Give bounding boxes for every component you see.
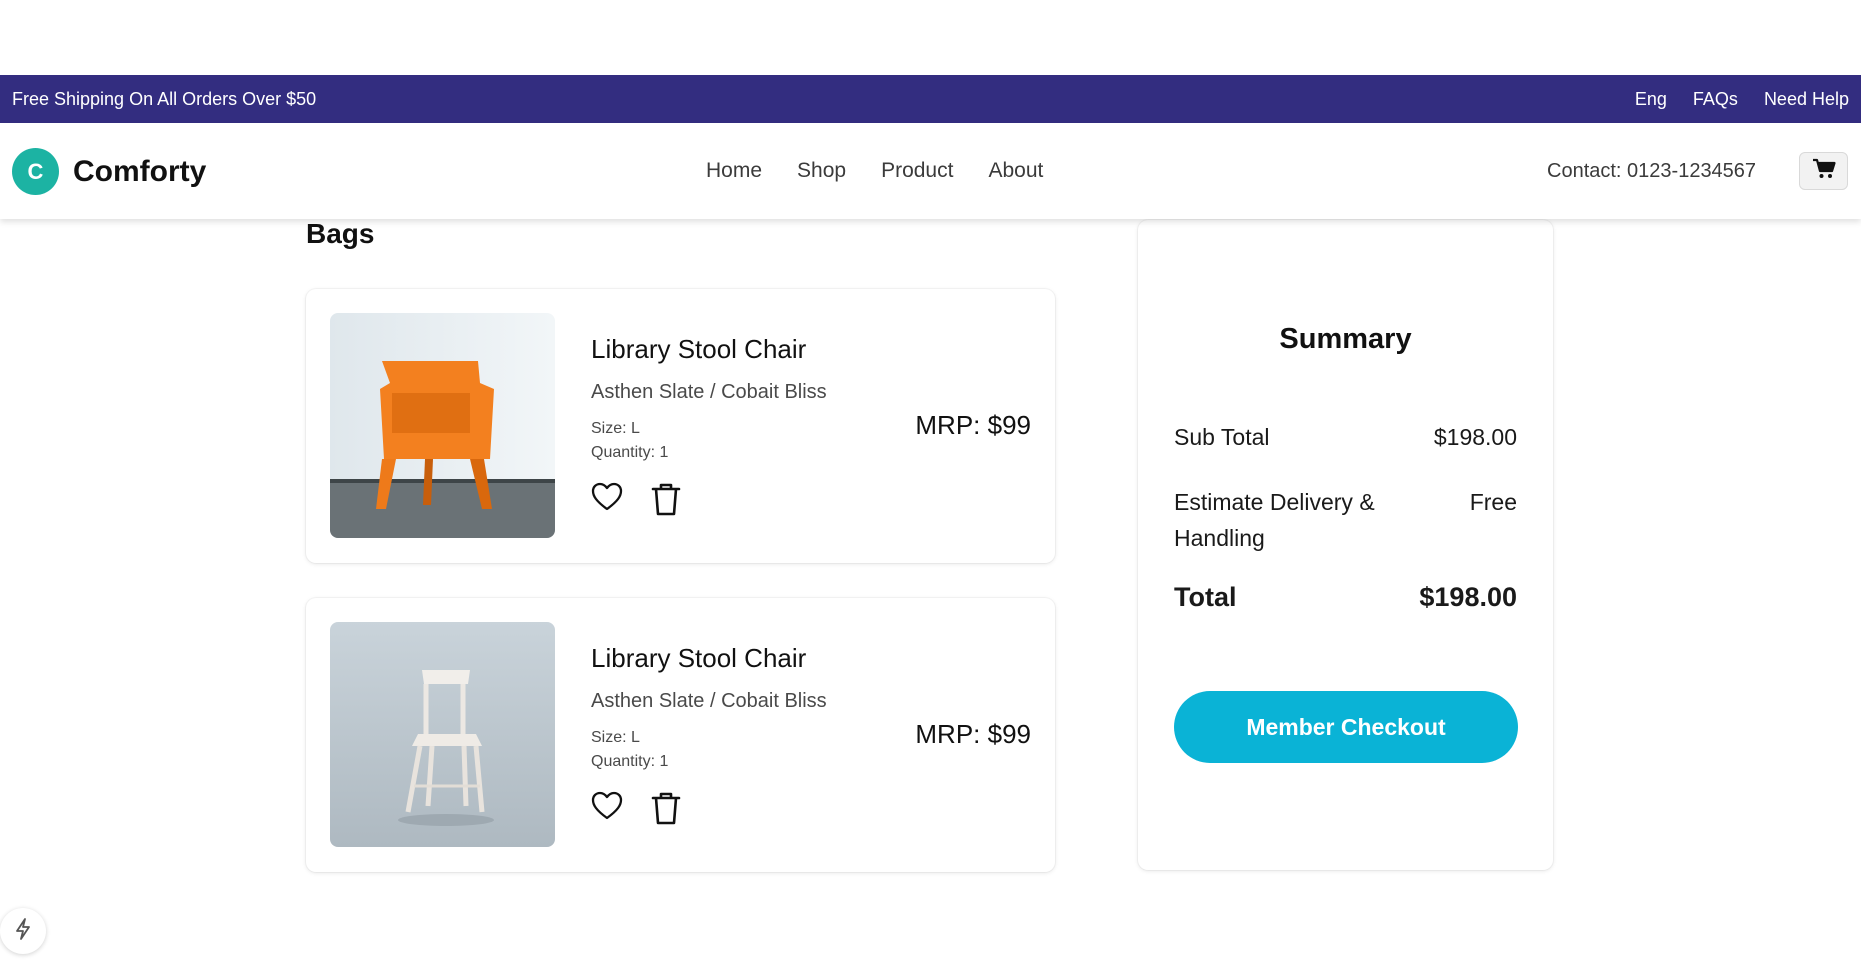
delivery-label: Estimate Delivery & Handling xyxy=(1174,489,1375,551)
product-name[interactable]: Library Stool Chair xyxy=(591,334,806,365)
faqs-link[interactable]: FAQs xyxy=(1693,89,1738,110)
product-variant: Asthen Slate / Cobait Bliss xyxy=(591,381,827,403)
lightning-icon xyxy=(13,917,33,946)
product-size: Size: L xyxy=(591,420,640,437)
cart-item-card: Library Stool Chair Asthen Slate / Cobai… xyxy=(306,598,1055,872)
product-name[interactable]: Library Stool Chair xyxy=(591,643,806,674)
trash-icon[interactable] xyxy=(651,791,681,830)
logo-badge: C xyxy=(12,148,59,195)
bags-heading: Bags xyxy=(306,218,375,249)
total-value: $198.00 xyxy=(1419,582,1517,612)
dev-toolbar-button[interactable] xyxy=(0,908,46,954)
product-image-orange-chair[interactable] xyxy=(330,313,555,538)
delivery-value: Free xyxy=(1469,489,1517,515)
subtotal-label: Sub Total xyxy=(1174,424,1270,450)
heart-icon[interactable] xyxy=(591,482,623,521)
announcement-bar: Free Shipping On All Orders Over $50 Eng… xyxy=(0,75,1861,123)
product-quantity: Quantity: 1 xyxy=(591,753,669,770)
contact-info: Contact: 0123-1234567 xyxy=(1547,160,1757,182)
cart-item-card: Library Stool Chair Asthen Slate / Cobai… xyxy=(306,289,1055,563)
delivery-row: Estimate Delivery & Handling Free xyxy=(1174,484,1517,556)
order-summary: Summary Sub Total $198.00 Estimate Deliv… xyxy=(1138,220,1553,870)
summary-title: Summary xyxy=(1279,323,1412,355)
subtotal-row: Sub Total $198.00 xyxy=(1174,424,1517,451)
total-row: Total $198.00 xyxy=(1174,582,1517,613)
cart-icon xyxy=(1812,158,1836,185)
nav-shop[interactable]: Shop xyxy=(797,159,846,183)
nav-product[interactable]: Product xyxy=(881,159,953,183)
member-checkout-button[interactable]: Member Checkout xyxy=(1174,691,1518,763)
language-link[interactable]: Eng xyxy=(1635,89,1667,110)
nav-about[interactable]: About xyxy=(988,159,1043,183)
product-price: MRP: $99 xyxy=(915,410,1031,440)
item-actions xyxy=(591,482,681,521)
nav-home[interactable]: Home xyxy=(706,159,762,183)
brand-name: Comforty xyxy=(73,154,207,188)
product-price: MRP: $99 xyxy=(915,719,1031,749)
item-actions xyxy=(591,791,681,830)
product-variant: Asthen Slate / Cobait Bliss xyxy=(591,690,827,712)
topbar-links: Eng FAQs Need Help xyxy=(1635,89,1849,110)
heart-icon[interactable] xyxy=(591,791,623,830)
product-size: Size: L xyxy=(591,729,640,746)
logo[interactable]: C Comforty xyxy=(12,148,206,195)
product-image-white-chair[interactable] xyxy=(330,622,555,847)
shipping-promo: Free Shipping On All Orders Over $50 xyxy=(12,88,317,109)
product-quantity: Quantity: 1 xyxy=(591,444,669,461)
total-label: Total xyxy=(1174,582,1237,612)
main-nav: Home Shop Product About xyxy=(706,159,1043,183)
main-header: C Comforty Home Shop Product About Conta… xyxy=(0,123,1861,219)
cart-button[interactable] xyxy=(1799,152,1848,190)
subtotal-value: $198.00 xyxy=(1433,424,1517,450)
trash-icon[interactable] xyxy=(651,482,681,521)
need-help-link[interactable]: Need Help xyxy=(1764,89,1849,110)
